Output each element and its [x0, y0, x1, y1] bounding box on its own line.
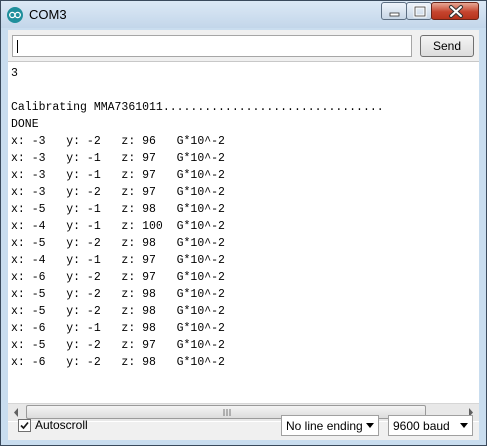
console-line: 3 — [11, 67, 18, 80]
window-title: COM3 — [29, 7, 67, 22]
serial-input-field[interactable] — [12, 35, 412, 57]
checkmark-icon — [20, 421, 29, 430]
close-icon — [449, 5, 463, 18]
send-button[interactable]: Send — [420, 35, 474, 57]
arduino-app-icon — [7, 7, 23, 23]
text-caret — [17, 40, 18, 53]
console-line: x: -5 y: -1 z: 98 G*10^-2 — [11, 203, 225, 216]
console-line: x: -3 y: -1 z: 97 G*10^-2 — [11, 152, 225, 165]
console-line: Calibrating MMA7361011..................… — [11, 101, 384, 114]
maximize-button[interactable] — [406, 2, 432, 20]
client-area: Send 3 Calibrating MMA7361011............… — [8, 30, 479, 440]
console-line: x: -6 y: -1 z: 98 G*10^-2 — [11, 322, 225, 335]
bottom-bar: Autoscroll No line ending 9600 baud — [8, 407, 479, 440]
serial-monitor-window: COM3 Send 3 Calibrating MMA7361011......… — [0, 0, 487, 446]
baud-rate-value: 9600 baud — [393, 419, 450, 433]
minimize-button[interactable] — [381, 2, 407, 20]
console-line: x: -5 y: -2 z: 97 G*10^-2 — [11, 339, 225, 352]
autoscroll-label: Autoscroll — [35, 418, 88, 432]
autoscroll-checkbox[interactable] — [18, 419, 31, 432]
console-line: DONE — [11, 118, 39, 131]
baud-rate-select[interactable]: 9600 baud — [388, 415, 473, 436]
line-ending-select[interactable]: No line ending — [281, 415, 379, 436]
console-line: x: -5 y: -2 z: 98 G*10^-2 — [11, 288, 225, 301]
serial-output-console[interactable]: 3 Calibrating MMA7361011.................… — [8, 61, 479, 422]
console-output-text: 3 Calibrating MMA7361011.................… — [11, 65, 477, 401]
console-line: x: -3 y: -1 z: 97 G*10^-2 — [11, 169, 225, 182]
minimize-icon — [389, 12, 400, 17]
console-line: x: -3 y: -2 z: 97 G*10^-2 — [11, 186, 225, 199]
console-line: x: -4 y: -1 z: 97 G*10^-2 — [11, 254, 225, 267]
close-button[interactable] — [431, 2, 479, 20]
title-bar[interactable]: COM3 — [1, 1, 486, 28]
chevron-down-icon — [366, 423, 374, 428]
console-line: x: -5 y: -2 z: 98 G*10^-2 — [11, 237, 225, 250]
console-line: x: -3 y: -2 z: 96 G*10^-2 — [11, 135, 225, 148]
console-line: x: -5 y: -2 z: 98 G*10^-2 — [11, 305, 225, 318]
console-line: x: -4 y: -1 z: 100 G*10^-2 — [11, 220, 225, 233]
console-line: x: -6 y: -2 z: 97 G*10^-2 — [11, 271, 225, 284]
line-ending-value: No line ending — [286, 419, 363, 433]
maximize-icon — [413, 5, 427, 18]
chevron-down-icon — [460, 423, 468, 428]
console-line: x: -6 y: -2 z: 98 G*10^-2 — [11, 356, 225, 369]
